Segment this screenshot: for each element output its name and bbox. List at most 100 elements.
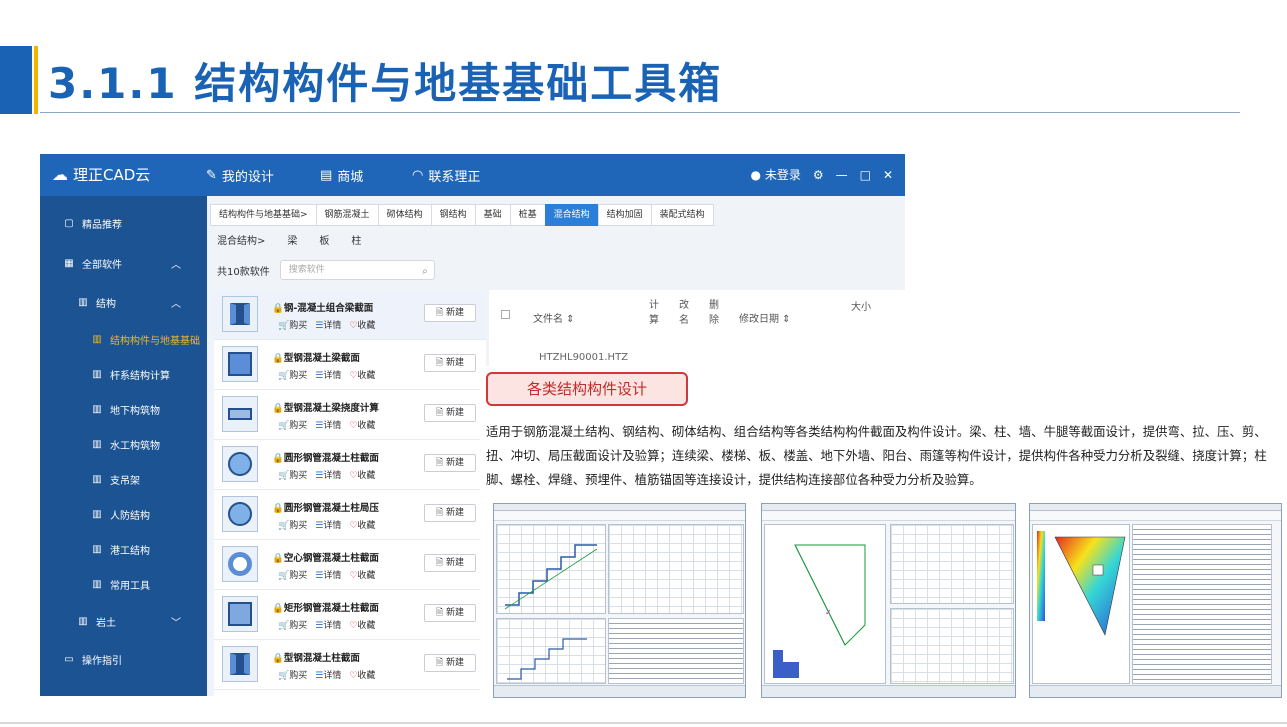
- crumb-slab[interactable]: 板: [319, 232, 329, 247]
- buy-link[interactable]: 🛒购买: [278, 418, 307, 431]
- detail-link[interactable]: ☰详情: [315, 518, 341, 531]
- list-item[interactable]: 🔒圆形钢管混凝土柱局压 🛒购买 ☰详情 ♡收藏 🗎 新建: [214, 490, 486, 540]
- tab-pile[interactable]: 桩基: [509, 204, 546, 226]
- col-date[interactable]: 修改日期 ⇕: [739, 310, 791, 325]
- new-button[interactable]: 🗎 新建: [424, 504, 476, 522]
- search-input[interactable]: 搜索软件 ⌕: [279, 260, 435, 280]
- detail-link[interactable]: ☰详情: [315, 618, 341, 631]
- tab-foundation[interactable]: 基础: [474, 204, 511, 226]
- sidebar-item-guide[interactable]: ▭ 操作指引: [40, 644, 207, 674]
- tab-reinforced-concrete[interactable]: 钢筋混凝土: [315, 204, 379, 226]
- table-row-filename[interactable]: HTZHL90001.HTZ: [539, 352, 628, 363]
- col-filename[interactable]: 文件名 ⇕: [533, 310, 575, 325]
- nav-store[interactable]: ▤ 商城: [320, 166, 363, 185]
- document-icon: 🗎: [435, 608, 444, 618]
- list-item[interactable]: 🔒型钢混凝土柱截面 🛒购买 ☰详情 ♡收藏 🗎 新建: [214, 640, 486, 690]
- item-thumbnail: [222, 646, 258, 682]
- maximize-icon[interactable]: □: [860, 168, 871, 182]
- item-name: 圆形钢管混凝土柱截面: [283, 453, 379, 464]
- crumb-beam[interactable]: 梁: [287, 232, 297, 247]
- nav-contact[interactable]: ◠ 联系理正: [412, 166, 480, 185]
- new-button[interactable]: 🗎 新建: [424, 404, 476, 422]
- analysis-report-pane: [1132, 524, 1272, 684]
- sidebar-item-support[interactable]: ▥ 支吊架: [40, 464, 207, 494]
- fav-link[interactable]: ♡收藏: [349, 668, 375, 681]
- slide: 3.1.1 结构构件与地基基础工具箱 ☁ 理正CAD云 ✎ 我的设计 ▤ 商城 …: [0, 0, 1287, 727]
- list-item[interactable]: 🔒型钢混凝土梁截面 🛒购买 ☰详情 ♡收藏 🗎 新建: [214, 340, 486, 390]
- crumb-column[interactable]: 柱: [351, 232, 361, 247]
- buy-link[interactable]: 🛒购买: [278, 318, 307, 331]
- close-icon[interactable]: ✕: [883, 168, 893, 182]
- sidebar-item-hydraulic[interactable]: ▥ 水工构筑物: [40, 429, 207, 459]
- stair-section-pane: [496, 618, 606, 684]
- buy-link[interactable]: 🛒购买: [278, 468, 307, 481]
- gear-icon[interactable]: ⚙: [813, 168, 824, 182]
- detail-link[interactable]: ☰详情: [315, 568, 341, 581]
- list-item[interactable]: 🔒钢-混凝土组合梁截面 🛒购买 ☰详情 ♡收藏 🗎 新建: [214, 290, 486, 340]
- buy-link[interactable]: 🛒购买: [278, 618, 307, 631]
- new-button[interactable]: 🗎 新建: [424, 604, 476, 622]
- logo[interactable]: ☁ 理正CAD云: [52, 164, 150, 185]
- list-item[interactable]: 🔒型钢混凝土梁挠度计算 🛒购买 ☰详情 ♡收藏 🗎 新建: [214, 390, 486, 440]
- minimize-icon[interactable]: —: [836, 168, 848, 182]
- crumb-composite[interactable]: 混合结构>: [217, 232, 265, 247]
- document-icon: 🗎: [435, 458, 444, 468]
- buy-link[interactable]: 🛒购买: [278, 568, 307, 581]
- item-name: 型钢混凝土梁截面: [283, 353, 360, 364]
- window-controls: ● 未登录 ⚙ — □ ✕: [751, 166, 894, 183]
- list-item[interactable]: 🔒空心钢管混凝土柱截面 🛒购买 ☰详情 ♡收藏 🗎 新建: [214, 540, 486, 590]
- buy-link[interactable]: 🛒购买: [278, 368, 307, 381]
- nav-my-design[interactable]: ✎ 我的设计: [206, 166, 274, 185]
- item-name: 矩形钢管混凝土柱截面: [283, 603, 379, 614]
- headset-icon: ◠: [412, 168, 424, 183]
- detail-link[interactable]: ☰详情: [315, 318, 341, 331]
- new-button[interactable]: 🗎 新建: [424, 304, 476, 322]
- select-all-checkbox[interactable]: [501, 310, 510, 319]
- new-button[interactable]: 🗎 新建: [424, 654, 476, 672]
- tab-strengthening[interactable]: 结构加固: [597, 204, 652, 226]
- detail-link[interactable]: ☰详情: [315, 368, 341, 381]
- tab-prefab[interactable]: 装配式结构: [650, 204, 714, 226]
- lock-icon: 🔒: [272, 503, 284, 514]
- tab-steel[interactable]: 钢结构: [430, 204, 476, 226]
- fav-link[interactable]: ♡收藏: [349, 468, 375, 481]
- fav-link[interactable]: ♡收藏: [349, 368, 375, 381]
- sidebar-item-civil-defense[interactable]: ▥ 人防结构: [40, 499, 207, 529]
- detail-link[interactable]: ☰详情: [315, 468, 341, 481]
- fav-link[interactable]: ♡收藏: [349, 518, 375, 531]
- tab-masonry[interactable]: 砌体结构: [377, 204, 432, 226]
- document-icon: 🗎: [435, 508, 444, 518]
- new-button[interactable]: 🗎 新建: [424, 354, 476, 372]
- fav-link[interactable]: ♡收藏: [349, 318, 375, 331]
- sidebar-item-geotech[interactable]: ▥ 岩土 ﹀: [40, 606, 207, 636]
- sidebar-item-featured[interactable]: ▢ 精品推荐: [40, 208, 207, 238]
- callout-label: 各类结构构件设计: [486, 372, 688, 406]
- buy-link[interactable]: 🛒购买: [278, 668, 307, 681]
- fav-link[interactable]: ♡收藏: [349, 568, 375, 581]
- fav-link[interactable]: ♡收藏: [349, 418, 375, 431]
- new-button[interactable]: 🗎 新建: [424, 554, 476, 572]
- building-icon: ▥: [92, 403, 102, 415]
- tab-components-foundation[interactable]: 结构构件与地基基础>: [210, 204, 317, 226]
- detail-link[interactable]: ☰详情: [315, 668, 341, 681]
- sidebar-item-all-software[interactable]: ▦ 全部软件 ︿: [40, 248, 207, 278]
- fav-link[interactable]: ♡收藏: [349, 618, 375, 631]
- list-item[interactable]: 🔒圆形钢管混凝土柱截面 🛒购买 ☰详情 ♡收藏 🗎 新建: [214, 440, 486, 490]
- section-options-pane: [890, 608, 1014, 684]
- buy-link[interactable]: 🛒购买: [278, 518, 307, 531]
- tab-composite[interactable]: 混合结构: [544, 204, 599, 226]
- list-item[interactable]: 🔒矩形钢管混凝土柱截面 🛒购买 ☰详情 ♡收藏 🗎 新建: [214, 590, 486, 640]
- col-size[interactable]: 大小: [851, 298, 871, 313]
- sidebar-item-frame-calc[interactable]: ▥ 杆系结构计算: [40, 359, 207, 389]
- featured-icon: ▢: [64, 217, 74, 229]
- building-icon: ▥: [92, 333, 102, 345]
- sidebar-item-port[interactable]: ▥ 港工结构: [40, 534, 207, 564]
- detail-link[interactable]: ☰详情: [315, 418, 341, 431]
- sidebar-item-structure[interactable]: ▥ 结构 ︿: [40, 287, 207, 317]
- sidebar-item-tools[interactable]: ▥ 常用工具: [40, 569, 207, 599]
- login-link[interactable]: ● 未登录: [751, 166, 801, 183]
- new-button[interactable]: 🗎 新建: [424, 454, 476, 472]
- building-icon: ▥: [78, 615, 88, 627]
- sidebar-item-components-foundation[interactable]: ▥ 结构构件与地基基础: [40, 324, 207, 354]
- sidebar-item-underground[interactable]: ▥ 地下构筑物: [40, 394, 207, 424]
